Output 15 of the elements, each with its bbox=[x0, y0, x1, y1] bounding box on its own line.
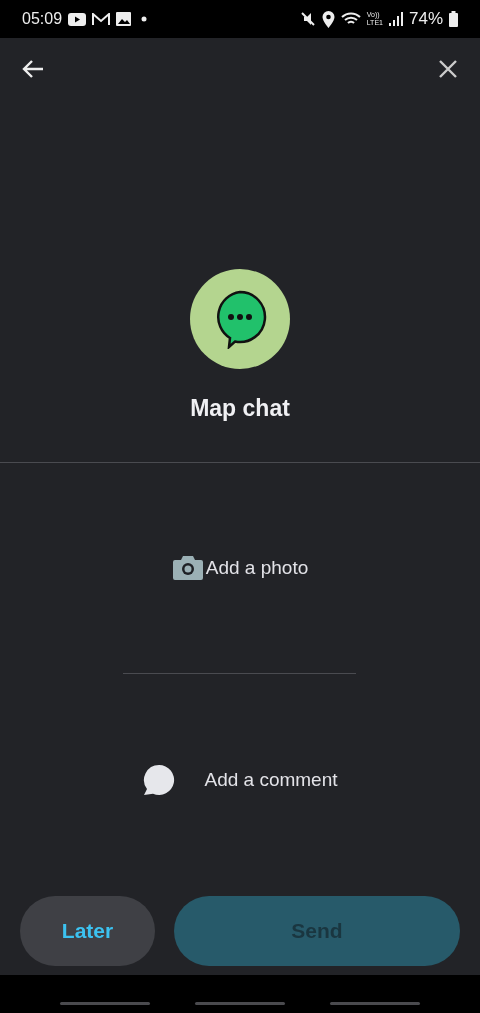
later-button[interactable]: Later bbox=[20, 895, 155, 966]
battery-icon bbox=[449, 11, 458, 27]
signal-icon bbox=[388, 12, 403, 26]
mute-icon bbox=[299, 11, 316, 27]
mail-icon bbox=[92, 12, 111, 26]
page-title: Map chat bbox=[190, 395, 290, 422]
camera-icon bbox=[171, 555, 204, 581]
image-icon bbox=[116, 12, 132, 26]
battery-percent: 74% bbox=[408, 9, 443, 29]
speech-bubble-icon bbox=[142, 763, 177, 797]
add-photo-button[interactable]: Add a photo bbox=[0, 463, 480, 673]
clock: 05:09 bbox=[22, 10, 63, 28]
video-app-icon bbox=[68, 12, 87, 26]
add-comment-button[interactable]: Add a comment bbox=[0, 674, 480, 886]
location-icon bbox=[321, 10, 335, 28]
